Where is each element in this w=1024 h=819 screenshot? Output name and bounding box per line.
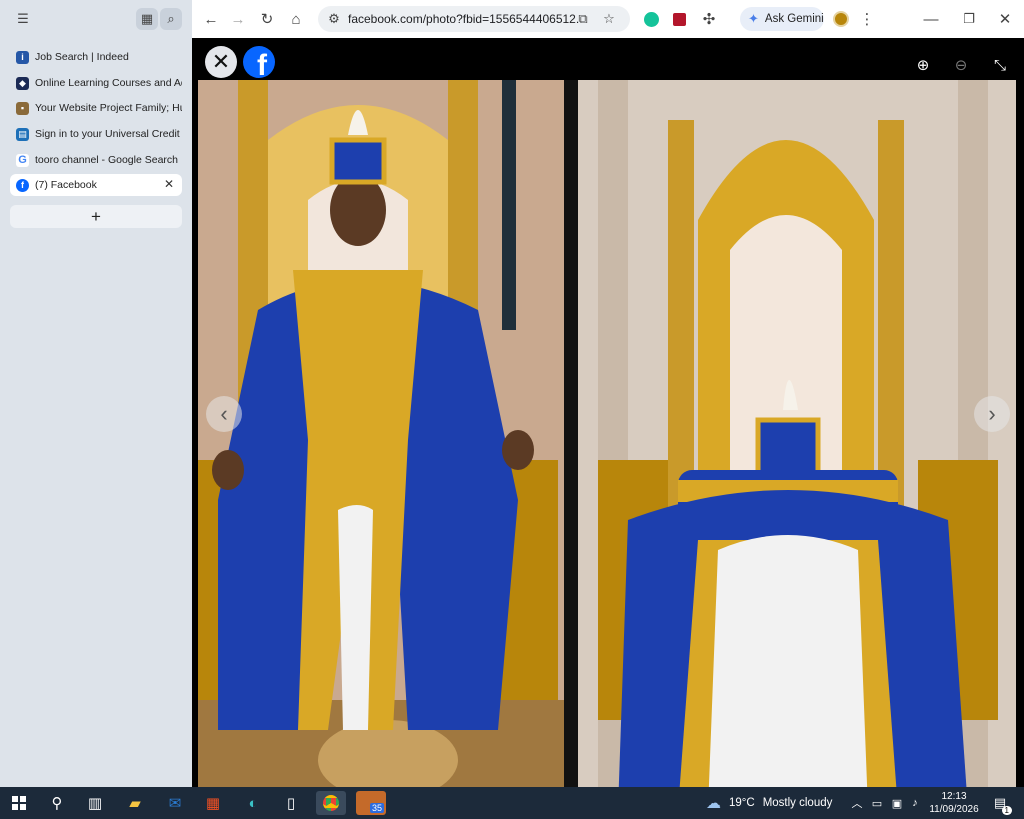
- app-badge-count: 35: [369, 803, 384, 813]
- indeed-icon: i: [16, 50, 29, 64]
- weather-widget[interactable]: ☁ 19°C Mostly cloudy: [706, 787, 832, 819]
- notification-count: 1: [1001, 806, 1012, 815]
- address-bar[interactable]: ⚙ facebook.com/photo?fbid=1556544406512.…: [318, 6, 630, 32]
- tab-label: Job Search | Indeed: [35, 51, 129, 63]
- tab-label: Sign in to your Universal Credit a: [35, 128, 182, 140]
- tab-label: (7) Facebook: [35, 179, 97, 191]
- tab-label: Online Learning Courses and Ad: [35, 77, 182, 89]
- close-tab-icon[interactable]: ✕: [164, 177, 174, 191]
- new-tab-button[interactable]: +: [10, 205, 182, 228]
- photo-image: [198, 80, 1016, 810]
- forward-icon[interactable]: →: [227, 8, 249, 30]
- edge-icon[interactable]: ◐: [238, 791, 268, 815]
- collapse-tabs-icon[interactable]: ☰: [12, 8, 34, 30]
- google-icon: G: [16, 153, 29, 167]
- notepad-icon[interactable]: ▯: [276, 791, 306, 815]
- next-photo-button[interactable]: ›: [974, 396, 1010, 432]
- battery-icon[interactable]: ▭: [868, 791, 886, 815]
- clock[interactable]: 12:13 11/09/2026: [928, 790, 980, 816]
- extension-red-icon[interactable]: [668, 8, 690, 30]
- minimize-icon[interactable]: —: [920, 8, 942, 30]
- zoom-out-icon[interactable]: ⊖: [948, 52, 974, 78]
- extensions-puzzle-icon[interactable]: ✣: [698, 8, 720, 30]
- install-app-icon[interactable]: ⧉: [574, 10, 592, 28]
- close-viewer-button[interactable]: ✕: [205, 46, 237, 78]
- shield-icon: ◆: [16, 76, 29, 90]
- task-view-icon[interactable]: ▥: [80, 791, 110, 815]
- ask-gemini-label: Ask Gemini: [764, 13, 824, 25]
- notification-center-icon[interactable]: ▤ 1: [990, 793, 1012, 815]
- site-info-icon[interactable]: ⚙: [325, 10, 343, 28]
- photo-illustration: [198, 80, 1016, 810]
- weather-temp: 19°C: [729, 797, 755, 809]
- home-icon[interactable]: ⌂: [285, 8, 307, 30]
- start-icon[interactable]: [4, 791, 34, 815]
- back-icon[interactable]: ←: [200, 8, 222, 30]
- previous-photo-button[interactable]: ‹: [206, 396, 242, 432]
- tab-facebook[interactable]: f (7) Facebook ✕: [10, 174, 182, 196]
- facebook-icon: f: [16, 178, 29, 192]
- outlook-icon[interactable]: ✉: [160, 791, 190, 815]
- badge-app-icon[interactable]: 35: [356, 791, 386, 815]
- site-icon: ▪: [16, 101, 29, 115]
- vertical-tab-strip: ☰ ▦ ⌕ i Job Search | Indeed ◆ Online Lea…: [0, 0, 192, 787]
- zoom-in-icon[interactable]: ⊕: [910, 52, 936, 78]
- url-text[interactable]: facebook.com/photo?fbid=1556544406512...: [348, 12, 580, 26]
- profile-avatar[interactable]: [830, 8, 852, 30]
- grammarly-icon[interactable]: [640, 8, 662, 30]
- reload-icon[interactable]: ↻: [256, 8, 278, 30]
- chrome-icon[interactable]: [316, 791, 346, 815]
- volume-icon[interactable]: ♪: [906, 791, 924, 815]
- store-icon[interactable]: ▦: [198, 791, 228, 815]
- tab-job-search[interactable]: i Job Search | Indeed: [10, 46, 182, 68]
- tab-online-learning[interactable]: ◆ Online Learning Courses and Ad: [10, 72, 182, 94]
- tab-search-icon[interactable]: ⌕: [160, 8, 182, 30]
- file-explorer-icon[interactable]: ▰: [120, 791, 150, 815]
- facebook-logo-letter: f: [257, 49, 267, 79]
- tab-label: tooro channel - Google Search: [35, 154, 179, 166]
- tab-label: Your Website Project Family; Hut: [35, 102, 182, 114]
- weather-desc: Mostly cloudy: [762, 797, 833, 809]
- gemini-spark-icon: ✦: [748, 11, 759, 26]
- cloud-icon: ☁: [706, 795, 721, 812]
- tab-groups-icon[interactable]: ▦: [136, 8, 158, 30]
- close-window-icon[interactable]: ✕: [994, 8, 1016, 30]
- ask-gemini-button[interactable]: ✦ Ask Gemini: [740, 7, 824, 31]
- menu-kebab-icon[interactable]: ⋮: [856, 8, 878, 30]
- exit-fullscreen-icon[interactable]: ⤡: [987, 52, 1013, 78]
- network-icon[interactable]: ▣: [888, 791, 906, 815]
- tab-website-project[interactable]: ▪ Your Website Project Family; Hut: [10, 97, 182, 119]
- photo-viewer: ✕ f ⊕ ⊖ ⤡ ‹ ›: [192, 38, 1024, 810]
- facebook-logo-icon[interactable]: f: [243, 46, 275, 78]
- clock-time: 12:13: [941, 791, 967, 802]
- gov-icon: ▤: [16, 127, 29, 141]
- search-icon[interactable]: ⚲: [42, 791, 72, 815]
- tab-universal-credit[interactable]: ▤ Sign in to your Universal Credit a: [10, 123, 182, 145]
- tab-google-search[interactable]: G tooro channel - Google Search: [10, 149, 182, 171]
- restore-icon[interactable]: ❐: [958, 8, 980, 30]
- bookmark-star-icon[interactable]: ☆: [600, 10, 618, 28]
- browser-toolbar: ← → ↻ ⌂ ⚙ facebook.com/photo?fbid=155654…: [192, 0, 1024, 38]
- windows-taskbar: ⚲ ▥ ▰ ✉ ▦ ◐ ▯ 35 ☁ 19°C Mostly cloudy ︿ …: [0, 787, 1024, 819]
- chevron-up-icon[interactable]: ︿: [848, 791, 866, 815]
- clock-date: 11/09/2026: [929, 804, 979, 815]
